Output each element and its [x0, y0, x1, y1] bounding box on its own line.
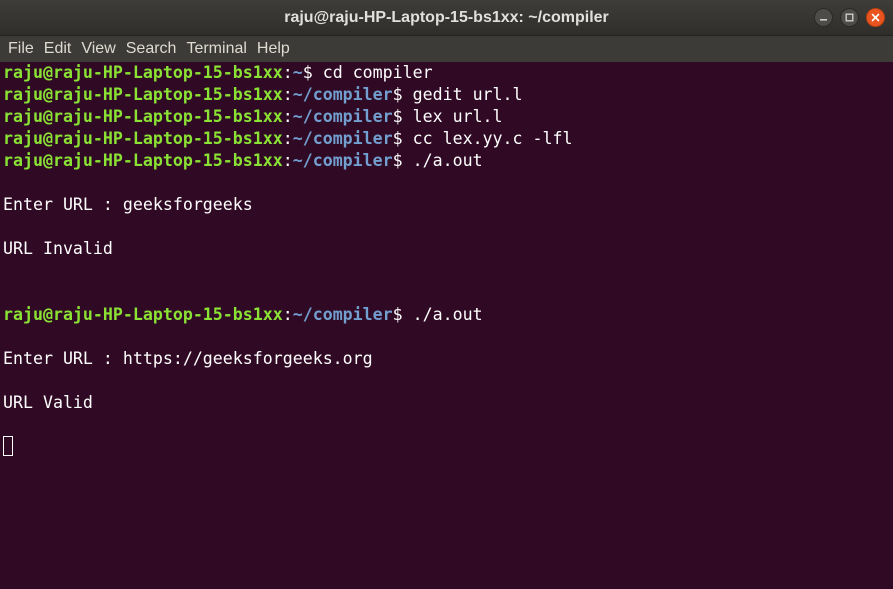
menu-help[interactable]: Help [252, 36, 295, 62]
prompt-symbol: $ [392, 151, 413, 170]
close-icon [871, 13, 880, 22]
menu-bar: File Edit View Search Terminal Help [0, 36, 893, 62]
maximize-button[interactable] [840, 8, 859, 27]
prompt-user: raju@raju-HP-Laptop-15-bs1xx [3, 85, 283, 104]
prompt-path: ~ [292, 63, 303, 82]
prompt-line: raju@raju-HP-Laptop-15-bs1xx:~$ cd compi… [3, 62, 885, 84]
minimize-icon [820, 19, 827, 21]
close-button[interactable] [866, 8, 885, 27]
command-text: ./a.out [412, 151, 483, 170]
command-text: cd compiler [322, 63, 433, 82]
prompt-path: ~/compiler [292, 85, 393, 104]
scrollbar[interactable] [885, 62, 893, 589]
prompt-path: ~/compiler [292, 129, 393, 148]
window-title: raju@raju-HP-Laptop-15-bs1xx: ~/compiler [284, 9, 609, 26]
prompt-line: raju@raju-HP-Laptop-15-bs1xx:~/compiler$… [3, 304, 885, 326]
prompt-user: raju@raju-HP-Laptop-15-bs1xx [3, 305, 283, 324]
prompt-path: ~/compiler [292, 107, 393, 126]
maximize-icon [845, 13, 854, 22]
command-text: cc lex.yy.c -lfl [412, 129, 573, 148]
cursor-line [3, 436, 885, 458]
prompt-line: raju@raju-HP-Laptop-15-bs1xx:~/compiler$… [3, 106, 885, 128]
window-controls [814, 8, 885, 27]
menu-search[interactable]: Search [121, 36, 182, 62]
output-line: Enter URL : https://geeksforgeeks.org [3, 349, 373, 368]
prompt-symbol: $ [392, 85, 413, 104]
prompt-separator: : [282, 151, 293, 170]
prompt-user: raju@raju-HP-Laptop-15-bs1xx [3, 107, 283, 126]
prompt-separator: : [282, 63, 293, 82]
prompt-path: ~/compiler [292, 151, 393, 170]
terminal-output[interactable]: raju@raju-HP-Laptop-15-bs1xx:~$ cd compi… [0, 62, 885, 589]
prompt-line: raju@raju-HP-Laptop-15-bs1xx:~/compiler$… [3, 150, 885, 172]
output-line: Enter URL : geeksforgeeks [3, 195, 253, 214]
title-bar[interactable]: raju@raju-HP-Laptop-15-bs1xx: ~/compiler [0, 0, 893, 36]
menu-view[interactable]: View [76, 36, 120, 62]
prompt-symbol: $ [392, 129, 413, 148]
prompt-separator: : [282, 107, 293, 126]
prompt-line: raju@raju-HP-Laptop-15-bs1xx:~/compiler$… [3, 84, 885, 106]
prompt-user: raju@raju-HP-Laptop-15-bs1xx [3, 129, 283, 148]
prompt-symbol: $ [392, 107, 413, 126]
output-line: URL Invalid [3, 239, 113, 258]
command-text: lex url.l [412, 107, 503, 126]
menu-terminal[interactable]: Terminal [181, 36, 251, 62]
menu-edit[interactable]: Edit [39, 36, 77, 62]
minimize-button[interactable] [814, 8, 833, 27]
command-text: gedit url.l [412, 85, 523, 104]
prompt-symbol: $ [392, 305, 413, 324]
prompt-user: raju@raju-HP-Laptop-15-bs1xx [3, 63, 283, 82]
menu-file[interactable]: File [3, 36, 39, 62]
terminal-window: raju@raju-HP-Laptop-15-bs1xx: ~/compiler… [0, 0, 893, 589]
prompt-path: ~/compiler [292, 305, 393, 324]
prompt-separator: : [282, 129, 293, 148]
command-text: ./a.out [412, 305, 483, 324]
prompt-separator: : [282, 85, 293, 104]
text-cursor [3, 436, 13, 456]
prompt-user: raju@raju-HP-Laptop-15-bs1xx [3, 151, 283, 170]
prompt-separator: : [282, 305, 293, 324]
prompt-symbol: $ [302, 63, 323, 82]
prompt-line: raju@raju-HP-Laptop-15-bs1xx:~/compiler$… [3, 128, 885, 150]
output-line: URL Valid [3, 393, 93, 412]
